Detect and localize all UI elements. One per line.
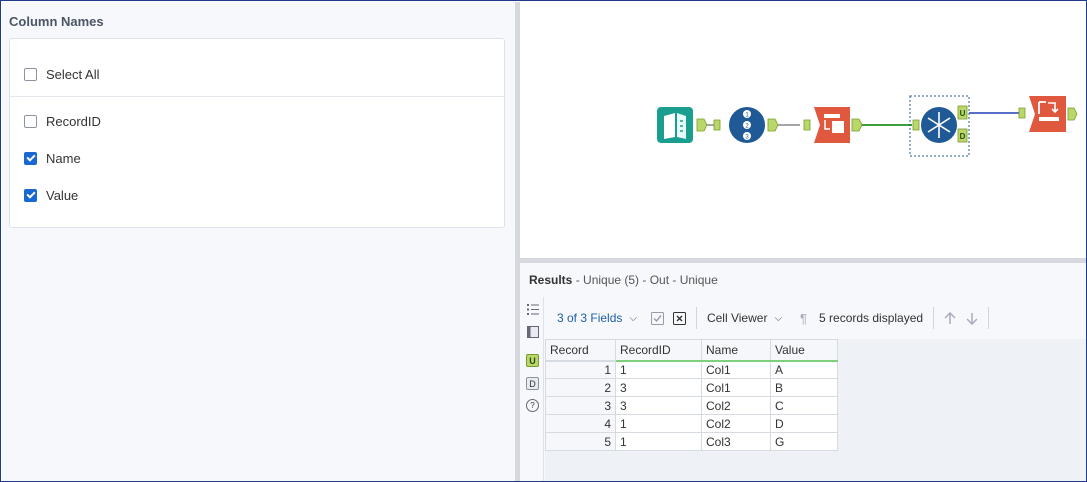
unique-output-u: U (960, 109, 966, 118)
record-id-tool[interactable]: 1 2 3 (713, 107, 779, 143)
duplicate-output-anchor[interactable]: D (526, 377, 539, 390)
cell-name[interactable]: Col3 (701, 432, 771, 451)
check-all-icon[interactable] (650, 311, 664, 325)
column-names-heading: Column Names (9, 14, 104, 29)
table-row[interactable]: 1 1 Col1 A (545, 360, 838, 379)
input-data-tool[interactable] (657, 107, 708, 143)
row-number: 5 (545, 432, 616, 451)
arrow-down-icon[interactable] (966, 312, 978, 325)
cell-recordid[interactable]: 3 (615, 378, 702, 397)
results-label: Results (529, 273, 573, 287)
results-grid: Record RecordID Name Value 1 1 Col1 A 2 (545, 339, 1086, 481)
cell-value[interactable]: G (770, 432, 838, 451)
toolbar-divider (988, 307, 990, 329)
value-checkbox[interactable] (24, 188, 37, 202)
table-row[interactable]: 3 3 Col2 C (545, 396, 838, 415)
uncheck-all-icon[interactable] (672, 311, 686, 325)
column-header-record[interactable]: Record (545, 339, 616, 362)
cell-recordid[interactable]: 1 (615, 360, 702, 379)
results-sidebar: U D ? (520, 297, 544, 481)
row-number: 4 (545, 414, 616, 433)
column-header-recordid[interactable]: RecordID (615, 339, 702, 362)
value-label: Value (46, 187, 79, 203)
select-all-label: Select All (46, 66, 100, 82)
name-checkbox[interactable] (24, 151, 37, 165)
recordid-label: RecordID (46, 113, 101, 129)
cell-recordid[interactable]: 3 (615, 396, 702, 415)
chevron-down-icon: ⌵ (629, 312, 637, 324)
browse-tool[interactable] (1018, 96, 1078, 132)
records-displayed: 5 records displayed (819, 311, 924, 325)
select-tool[interactable] (803, 107, 863, 143)
cell-name[interactable]: Col1 (701, 378, 771, 397)
toolbar-divider (695, 307, 697, 329)
cell-name[interactable]: Col2 (701, 396, 771, 415)
table-row[interactable]: 4 1 Col2 D (545, 414, 838, 433)
cell-value[interactable]: A (770, 360, 838, 379)
table-row[interactable]: 5 1 Col3 G (545, 432, 838, 451)
list-icon[interactable] (526, 303, 539, 316)
row-number: 2 (545, 378, 616, 397)
column-header-value[interactable]: Value (770, 339, 838, 362)
card-divider (10, 96, 504, 97)
cell-name[interactable]: Col1 (701, 360, 771, 379)
unique-output-d: D (960, 132, 966, 141)
pilcrow-icon[interactable]: ¶ (800, 311, 807, 326)
cell-recordid[interactable]: 1 (615, 414, 702, 433)
results-toolbar: 3 of 3 Fields ⌵ Cell Viewer ⌵ ¶ 5 record… (545, 297, 1086, 339)
name-label: Name (46, 150, 81, 166)
chevron-down-icon: ⌵ (774, 312, 783, 324)
fields-dropdown-label: 3 of 3 Fields (557, 311, 623, 325)
cell-recordid[interactable]: 1 (615, 432, 702, 451)
column-option-value[interactable]: Value (24, 185, 78, 205)
cell-viewer-dropdown[interactable]: Cell Viewer ⌵ (707, 311, 782, 325)
results-subtitle: - Unique (5) - Out - Unique (572, 273, 718, 287)
cell-value[interactable]: D (770, 414, 838, 433)
input-anchor-icon[interactable] (526, 325, 539, 338)
row-number: 1 (545, 360, 616, 379)
select-all-option[interactable]: Select All (24, 64, 99, 84)
cell-value[interactable]: B (770, 378, 838, 397)
unique-output-anchor[interactable]: U (526, 354, 539, 367)
configuration-panel: Column Names Select All RecordID Name Va… (2, 2, 515, 481)
cell-name[interactable]: Col2 (701, 414, 771, 433)
recordid-checkbox[interactable] (24, 114, 37, 128)
column-list-card: Select All RecordID Name Value (9, 38, 505, 228)
column-option-recordid[interactable]: RecordID (24, 111, 101, 131)
arrow-up-icon[interactable] (944, 311, 956, 325)
header-row: Record RecordID Name Value (545, 339, 838, 362)
cell-value[interactable]: C (770, 396, 838, 415)
cell-viewer-label: Cell Viewer (706, 311, 768, 325)
select-all-checkbox[interactable] (24, 67, 37, 81)
results-table: Record RecordID Name Value 1 1 Col1 A 2 (545, 339, 838, 451)
toolbar-divider (933, 307, 935, 329)
fields-dropdown[interactable]: 3 of 3 Fields ⌵ (557, 311, 637, 325)
column-header-name[interactable]: Name (701, 339, 771, 362)
results-panel: Results - Unique (5) - Out - Unique U D … (520, 263, 1086, 481)
unique-tool[interactable]: U D (909, 95, 970, 157)
results-title: Results - Unique (5) - Out - Unique (529, 273, 718, 287)
table-row[interactable]: 2 3 Col1 B (545, 378, 838, 397)
window-frame: Column Names Select All RecordID Name Va… (0, 0, 1087, 482)
column-option-name[interactable]: Name (24, 148, 81, 168)
row-number: 3 (545, 396, 616, 415)
workflow-canvas[interactable]: 1 2 3 U D (520, 2, 1086, 258)
workflow-svg: 1 2 3 U D (657, 95, 1078, 157)
help-icon[interactable]: ? (526, 399, 539, 412)
